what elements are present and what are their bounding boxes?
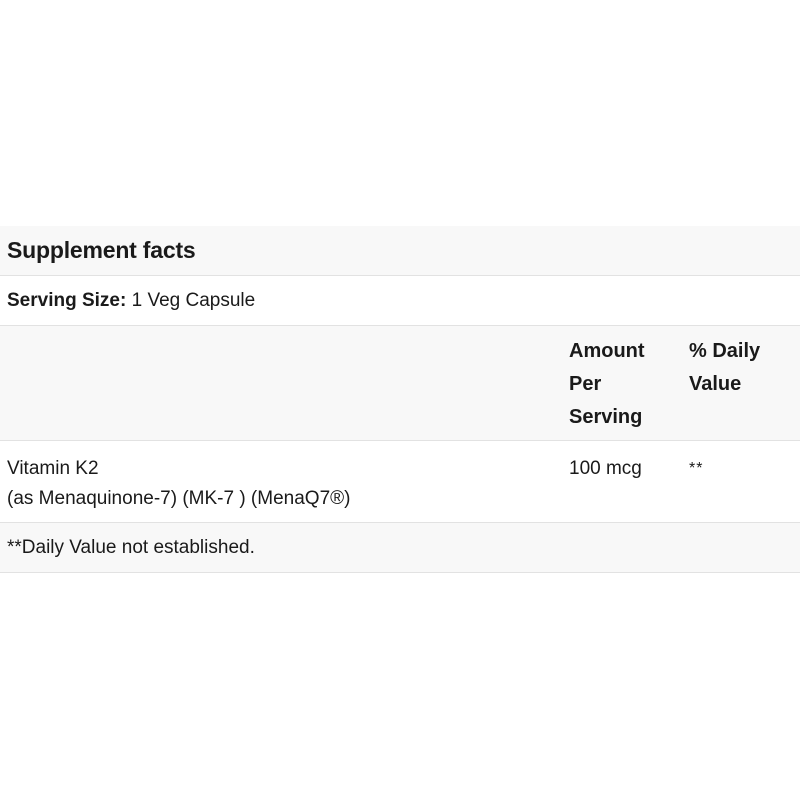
nutrient-amount: 100 mcg bbox=[569, 458, 642, 479]
nutrient-daily-value: ** bbox=[689, 460, 704, 477]
table-row: Vitamin K2 (as Menaquinone-7) (MK-7 ) (M… bbox=[0, 441, 800, 523]
footnote: **Daily Value not established. bbox=[7, 536, 255, 558]
nutrient-name: Vitamin K2 bbox=[7, 458, 99, 479]
column-header-row: Amount Per Serving % Daily Value bbox=[0, 326, 800, 441]
serving-size-row: Serving Size: 1 Veg Capsule bbox=[0, 276, 800, 326]
header-amount-line-2: Per bbox=[569, 373, 602, 395]
header-amount-line-3: Serving bbox=[569, 406, 643, 428]
footnote-row: **Daily Value not established. bbox=[0, 523, 800, 573]
nutrient-amount-cell: 100 mcg bbox=[562, 441, 682, 522]
header-amount-per-serving: Amount Per Serving bbox=[562, 326, 682, 440]
title-row: Supplement facts bbox=[0, 226, 800, 276]
supplement-facts-table: Supplement facts Serving Size: 1 Veg Cap… bbox=[0, 226, 800, 573]
header-dv-line-1: % Daily bbox=[689, 340, 761, 362]
serving-size: Serving Size: 1 Veg Capsule bbox=[0, 290, 255, 312]
serving-size-label: Serving Size: bbox=[7, 289, 127, 311]
serving-size-value: 1 Veg Capsule bbox=[131, 289, 256, 311]
panel-title: Supplement facts bbox=[7, 237, 196, 263]
header-amount-line-1: Amount bbox=[569, 340, 645, 362]
header-dv-line-2: Value bbox=[689, 373, 742, 395]
header-name-cell bbox=[0, 326, 562, 440]
nutrient-dv-cell: ** bbox=[682, 441, 800, 522]
nutrient-detail: (as Menaquinone-7) (MK-7 ) (MenaQ7®) bbox=[7, 488, 351, 509]
nutrient-name-cell: Vitamin K2 (as Menaquinone-7) (MK-7 ) (M… bbox=[0, 441, 562, 522]
header-daily-value: % Daily Value bbox=[682, 326, 800, 440]
